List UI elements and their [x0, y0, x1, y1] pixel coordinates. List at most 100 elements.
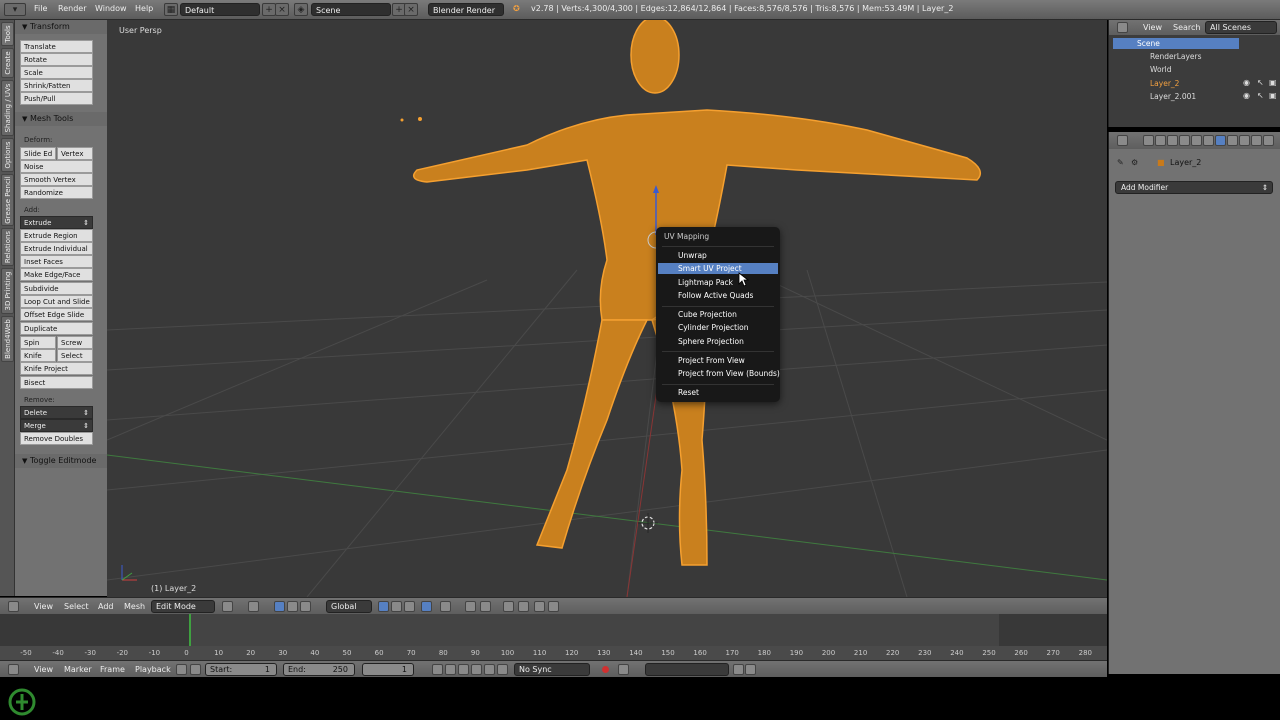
duplicate-button[interactable]: Duplicate	[20, 322, 93, 335]
outliner-item-layer-2[interactable]: Layer_2	[1150, 79, 1179, 88]
remove-scene-icon[interactable]: ×	[404, 3, 418, 16]
texture-tab-icon[interactable]	[1251, 135, 1262, 146]
jump-end-icon[interactable]	[497, 664, 508, 675]
menu-window[interactable]: Window	[95, 4, 127, 13]
properties-editor[interactable]: ✎ ⚙ ■ Layer_2 Add Modifier ⇕	[1108, 132, 1280, 674]
menu-item-cylinder-projection[interactable]: Cylinder Projection	[678, 323, 749, 332]
menu-playback[interactable]: Playback	[135, 665, 171, 674]
opengl-render-icon[interactable]	[534, 601, 545, 612]
smooth-vertex-button[interactable]: Smooth Vertex	[20, 173, 93, 186]
play-reverse-icon[interactable]	[458, 664, 469, 675]
tab-grease-pencil[interactable]: Grease Pencil	[1, 174, 14, 226]
add-modifier-dropdown[interactable]: Add Modifier ⇕	[1115, 181, 1273, 194]
push-pull-button[interactable]: Push/Pull	[20, 92, 93, 105]
snap-element-icon[interactable]	[480, 601, 491, 612]
translate-button[interactable]: Translate	[20, 40, 93, 53]
screen-layout-field[interactable]: Default	[180, 3, 260, 16]
menu-item-project-from-view-bounds[interactable]: Project from View (Bounds)	[678, 369, 780, 378]
current-frame-field[interactable]: 1	[362, 663, 414, 676]
object-tab-icon[interactable]	[1191, 135, 1202, 146]
menu-marker[interactable]: Marker	[64, 665, 92, 674]
slide-edge-button[interactable]: Slide Ed	[20, 147, 56, 160]
menu-item-follow-active-quads[interactable]: Follow Active Quads	[678, 291, 753, 300]
screw-button[interactable]: Screw	[57, 336, 93, 349]
shrink-fatten-button[interactable]: Shrink/Fatten	[20, 79, 93, 92]
remove-layout-icon[interactable]: ×	[275, 3, 289, 16]
outliner-row-scene[interactable]	[1113, 38, 1239, 49]
particles-tab-icon[interactable]	[1263, 135, 1274, 146]
timeline-area[interactable]: -50 -40 -30 -20 -10 0 10 20 30 40 50 60 70 80 90 100 110…	[0, 614, 1107, 660]
extrude-dropdown[interactable]: Extrude ⇕	[20, 216, 93, 229]
menu-view[interactable]: View	[34, 602, 53, 611]
tab-tools[interactable]: Tools	[1, 22, 14, 46]
proportional-edit-icon[interactable]	[440, 601, 451, 612]
render-camera-icon[interactable]: ▣	[1269, 78, 1277, 87]
shading-icon[interactable]	[222, 601, 233, 612]
toggle-editmode-panel-header[interactable]: ▼ Toggle Editmode	[15, 454, 107, 468]
keying-set-select[interactable]	[645, 663, 729, 676]
render-icon[interactable]	[518, 601, 529, 612]
transform-panel-header[interactable]: ▼ Transform	[15, 20, 107, 34]
scene-tab-icon[interactable]	[1167, 135, 1178, 146]
randomize-button[interactable]: Randomize	[20, 186, 93, 199]
3d-viewport[interactable]: User Persp (1) Layer_2	[107, 20, 1107, 597]
world-tab-icon[interactable]	[1179, 135, 1190, 146]
outliner-item-layer-2-001[interactable]: Layer_2.001	[1150, 92, 1196, 101]
vertex-select-icon[interactable]	[378, 601, 389, 612]
layers-icon[interactable]	[503, 601, 514, 612]
tab-shading-uvs[interactable]: Shading / UVs	[1, 80, 14, 136]
preview-range-icon[interactable]	[176, 664, 187, 675]
menu-select[interactable]: Select	[64, 602, 89, 611]
menu-item-smart-uv-project[interactable]: Smart UV Project	[658, 263, 778, 274]
material-tab-icon[interactable]	[1239, 135, 1250, 146]
screen-layout-icon[interactable]: ▦	[164, 3, 178, 16]
tab-create[interactable]: Create	[1, 48, 14, 78]
menu-frame[interactable]: Frame	[100, 665, 125, 674]
outliner-display-mode-select[interactable]: All Scenes	[1205, 21, 1277, 34]
modifiers-tab-icon[interactable]	[1215, 135, 1226, 146]
selectable-arrow-icon[interactable]: ↖	[1257, 78, 1264, 87]
selectable-arrow-icon[interactable]: ↖	[1257, 91, 1264, 100]
editor-type-icon[interactable]	[1117, 135, 1128, 146]
scene-field[interactable]: Scene	[311, 3, 391, 16]
menu-item-cube-projection[interactable]: Cube Projection	[678, 310, 737, 319]
loop-cut-button[interactable]: Loop Cut and Slide	[20, 295, 93, 308]
spin-button[interactable]: Spin	[20, 336, 56, 349]
subdivide-button[interactable]: Subdivide	[20, 282, 93, 295]
knife-button[interactable]: Knife	[20, 349, 56, 362]
visibility-eye-icon[interactable]: ◉	[1243, 91, 1250, 100]
merge-dropdown[interactable]: Merge ⇕	[20, 419, 93, 432]
mesh-tools-panel-header[interactable]: ▼ Mesh Tools	[15, 112, 107, 126]
pivot-icon[interactable]	[248, 601, 259, 612]
end-frame-field[interactable]: End: 250	[283, 663, 355, 676]
editor-type-icon[interactable]	[8, 664, 19, 675]
menu-item-unwrap[interactable]: Unwrap	[678, 251, 707, 260]
opengl-anim-icon[interactable]	[548, 601, 559, 612]
insert-keyframe-icon[interactable]	[733, 664, 744, 675]
mode-select[interactable]: Edit Mode	[151, 600, 215, 613]
current-frame-marker[interactable]	[189, 614, 191, 646]
menu-render[interactable]: Render	[58, 4, 86, 13]
menu-mesh[interactable]: Mesh	[124, 602, 145, 611]
make-edge-face-button[interactable]: Make Edge/Face	[20, 268, 93, 281]
offset-edge-slide-button[interactable]: Offset Edge Slide	[20, 308, 93, 321]
outliner-item-scene[interactable]: Scene	[1137, 39, 1160, 48]
noise-button[interactable]: Noise	[20, 160, 93, 173]
lock-icon[interactable]	[190, 664, 201, 675]
knife-select-button[interactable]: Select	[57, 349, 93, 362]
jump-start-icon[interactable]	[432, 664, 443, 675]
outliner[interactable]: View Search All Scenes Scene RenderLayer…	[1108, 20, 1280, 127]
delete-dropdown[interactable]: Delete ⇕	[20, 406, 93, 419]
rotate-manipulator-icon[interactable]	[300, 601, 311, 612]
extrude-region-button[interactable]: Extrude Region	[20, 229, 93, 242]
orientation-select[interactable]: Global	[326, 600, 372, 613]
tab-3d-printing[interactable]: 3D Printing	[1, 268, 14, 314]
manipulator-toggle-icon[interactable]	[274, 601, 285, 612]
snap-toggle-icon[interactable]	[465, 601, 476, 612]
outliner-view-menu[interactable]: View	[1143, 23, 1162, 32]
pin-icon[interactable]: ✎	[1117, 158, 1124, 167]
outliner-search-menu[interactable]: Search	[1173, 23, 1200, 32]
scene-icon[interactable]: ◈	[294, 3, 308, 16]
menu-item-lightmap-pack[interactable]: Lightmap Pack	[678, 278, 733, 287]
editor-type-icon[interactable]: ▾	[4, 3, 26, 16]
